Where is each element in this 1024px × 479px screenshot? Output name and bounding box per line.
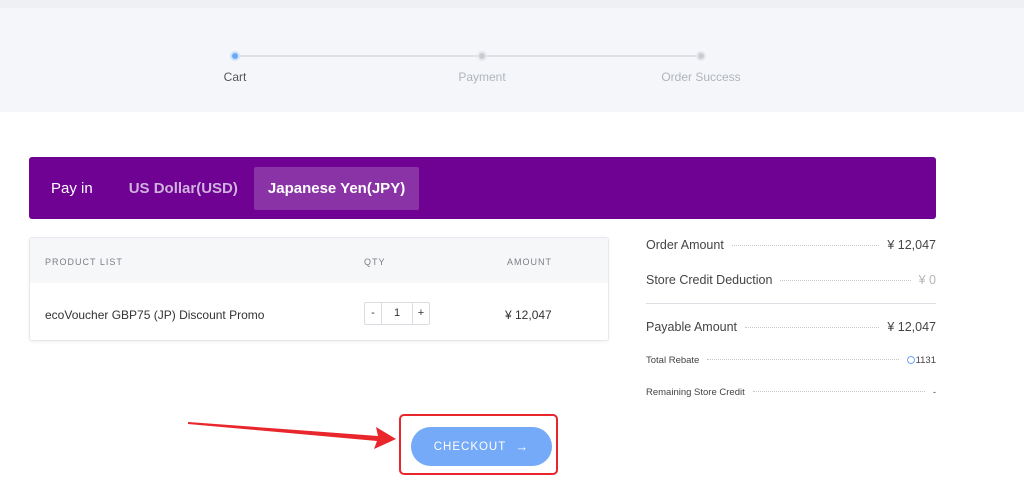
- checkout-button[interactable]: CHECKOUT →: [411, 427, 552, 466]
- arrow-right-icon: →: [515, 439, 530, 454]
- arrow-shape: [188, 422, 396, 449]
- checkout-label: CHECKOUT: [433, 440, 507, 453]
- annotation-arrow-icon: [188, 422, 396, 449]
